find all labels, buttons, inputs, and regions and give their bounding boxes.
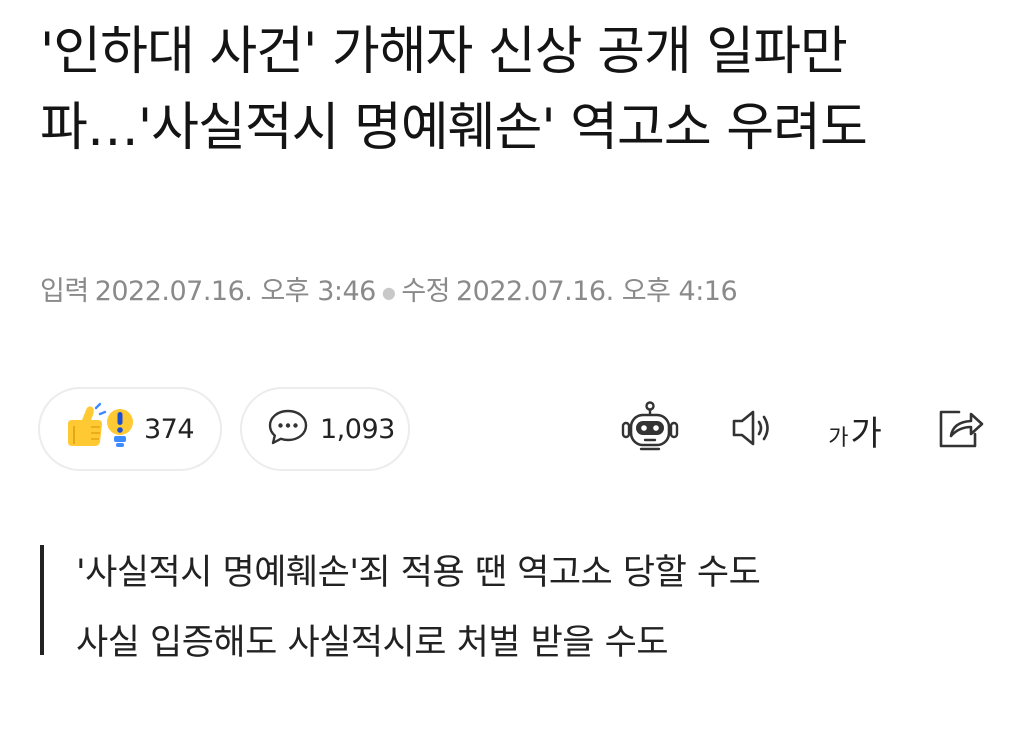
summary-line: '사실적시 명예훼손'죄 적용 땐 역고소 당할 수도 [76,553,761,593]
speech-bubble-icon [266,407,310,451]
share-button[interactable] [930,398,990,462]
article-headline: '인하대 사건' 가해자 신상 공개 일파만파…'사실적시 명예훼손' 역고소 … [40,22,868,158]
robot-summary-icon [621,401,679,459]
posted-label: 입력 [40,276,89,307]
listen-button[interactable] [722,398,782,462]
updated-label: 수정 [401,276,450,307]
reaction-button[interactable]: 374 [38,387,222,471]
updated-time: 2022.07.16. 오후 4:16 [456,276,738,307]
article-summary: '사실적시 명예훼손'죄 적용 땐 역고소 당할 수도 사실 입증해도 사실적시… [40,545,761,663]
font-size-button[interactable]: 가가 [820,398,890,462]
font-large-glyph: 가 [850,413,882,454]
summary-line: 사실 입증해도 사실적시로 처벌 받을 수도 [76,623,669,663]
font-small-glyph: 가 [828,425,849,451]
posted-time: 2022.07.16. 오후 3:46 [94,276,377,307]
share-icon [935,406,985,454]
font-size-icon: 가가 [828,406,882,455]
meta-separator-dot: ● [381,282,396,302]
comment-button[interactable]: 1,093 [240,387,410,471]
summary-bot-button[interactable] [618,398,682,462]
speaker-icon [728,406,776,454]
comment-count: 1,093 [320,413,395,445]
reaction-count: 374 [144,413,195,445]
article-meta: 입력 2022.07.16. 오후 3:46 ● 수정 2022.07.16. 오후 4… [40,272,738,313]
thumbs-up-exclaim-icon [62,402,134,456]
